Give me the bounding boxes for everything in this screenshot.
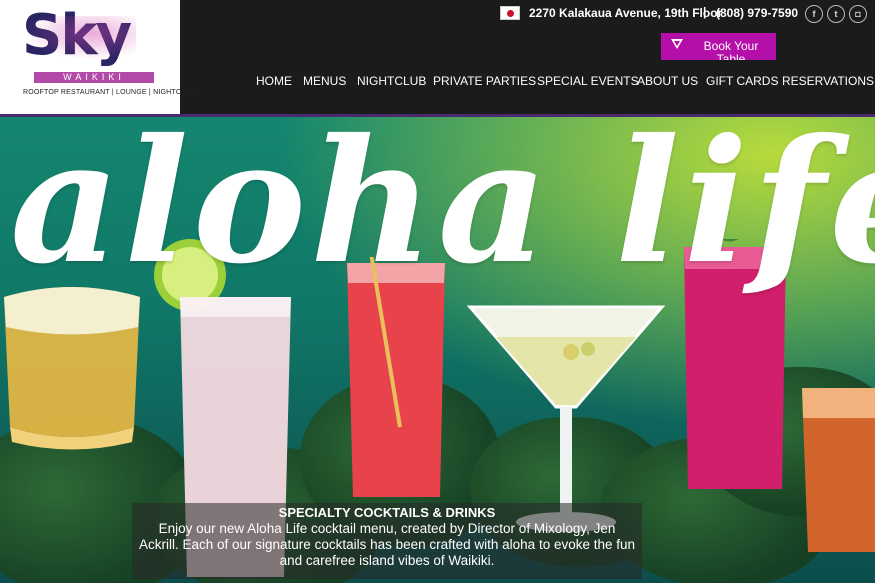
- nav-about-us[interactable]: ABOUT US: [637, 74, 698, 88]
- logo-wordmark: Sky: [22, 8, 137, 64]
- logo-tagline: ROOFTOP RESTAURANT | LOUNGE | NIGHTCLUB: [23, 89, 196, 96]
- nav-special-events[interactable]: SPECIAL EVENTS: [537, 74, 639, 88]
- hero-caption: SPECIALTY COCKTAILS & DRINKS Enjoy our n…: [132, 503, 642, 579]
- nav-menus[interactable]: MENUS: [303, 74, 346, 88]
- nav-nightclub[interactable]: NIGHTCLUB: [357, 74, 426, 88]
- logo-brand-name: Sky: [22, 3, 132, 68]
- book-your-table-button[interactable]: Book Your Table: [661, 33, 776, 60]
- page: Sky WAIKIKI ROOFTOP RESTAURANT | LOUNGE …: [0, 0, 875, 583]
- phone-link[interactable]: (808) 979-7590: [716, 6, 798, 20]
- logo[interactable]: Sky WAIKIKI ROOFTOP RESTAURANT | LOUNGE …: [0, 0, 195, 114]
- hero-script-title: aloha life: [10, 117, 875, 302]
- nav-home[interactable]: HOME: [256, 74, 292, 88]
- nav-gift-cards[interactable]: GIFT CARDS: [706, 74, 778, 88]
- topbar-separator: |: [703, 5, 707, 19]
- nav-private-parties[interactable]: PRIVATE PARTIES: [433, 74, 536, 88]
- amber-cocktail: [802, 388, 875, 552]
- book-button-label: Book Your Table: [703, 39, 759, 61]
- nav-reservations[interactable]: RESERVATIONS: [782, 74, 874, 88]
- logo-location: WAIKIKI: [34, 72, 154, 83]
- site-header: Sky WAIKIKI ROOFTOP RESTAURANT | LOUNGE …: [0, 0, 875, 117]
- twitter-icon[interactable]: t: [827, 5, 845, 23]
- address-text: 2270 Kalakaua Avenue, 19th Floor: [529, 6, 723, 20]
- caption-title: SPECIALTY COCKTAILS & DRINKS: [278, 505, 496, 520]
- triangle-down-icon: [671, 39, 683, 49]
- facebook-icon[interactable]: f: [805, 5, 823, 23]
- japan-flag-icon[interactable]: [500, 6, 520, 20]
- hero-banner[interactable]: aloha life SPECIALTY COCKTAILS & DRINKS …: [0, 117, 875, 583]
- instagram-icon[interactable]: ◘: [849, 5, 867, 23]
- caption-body: Enjoy our new Aloha Life cocktail menu, …: [138, 521, 636, 568]
